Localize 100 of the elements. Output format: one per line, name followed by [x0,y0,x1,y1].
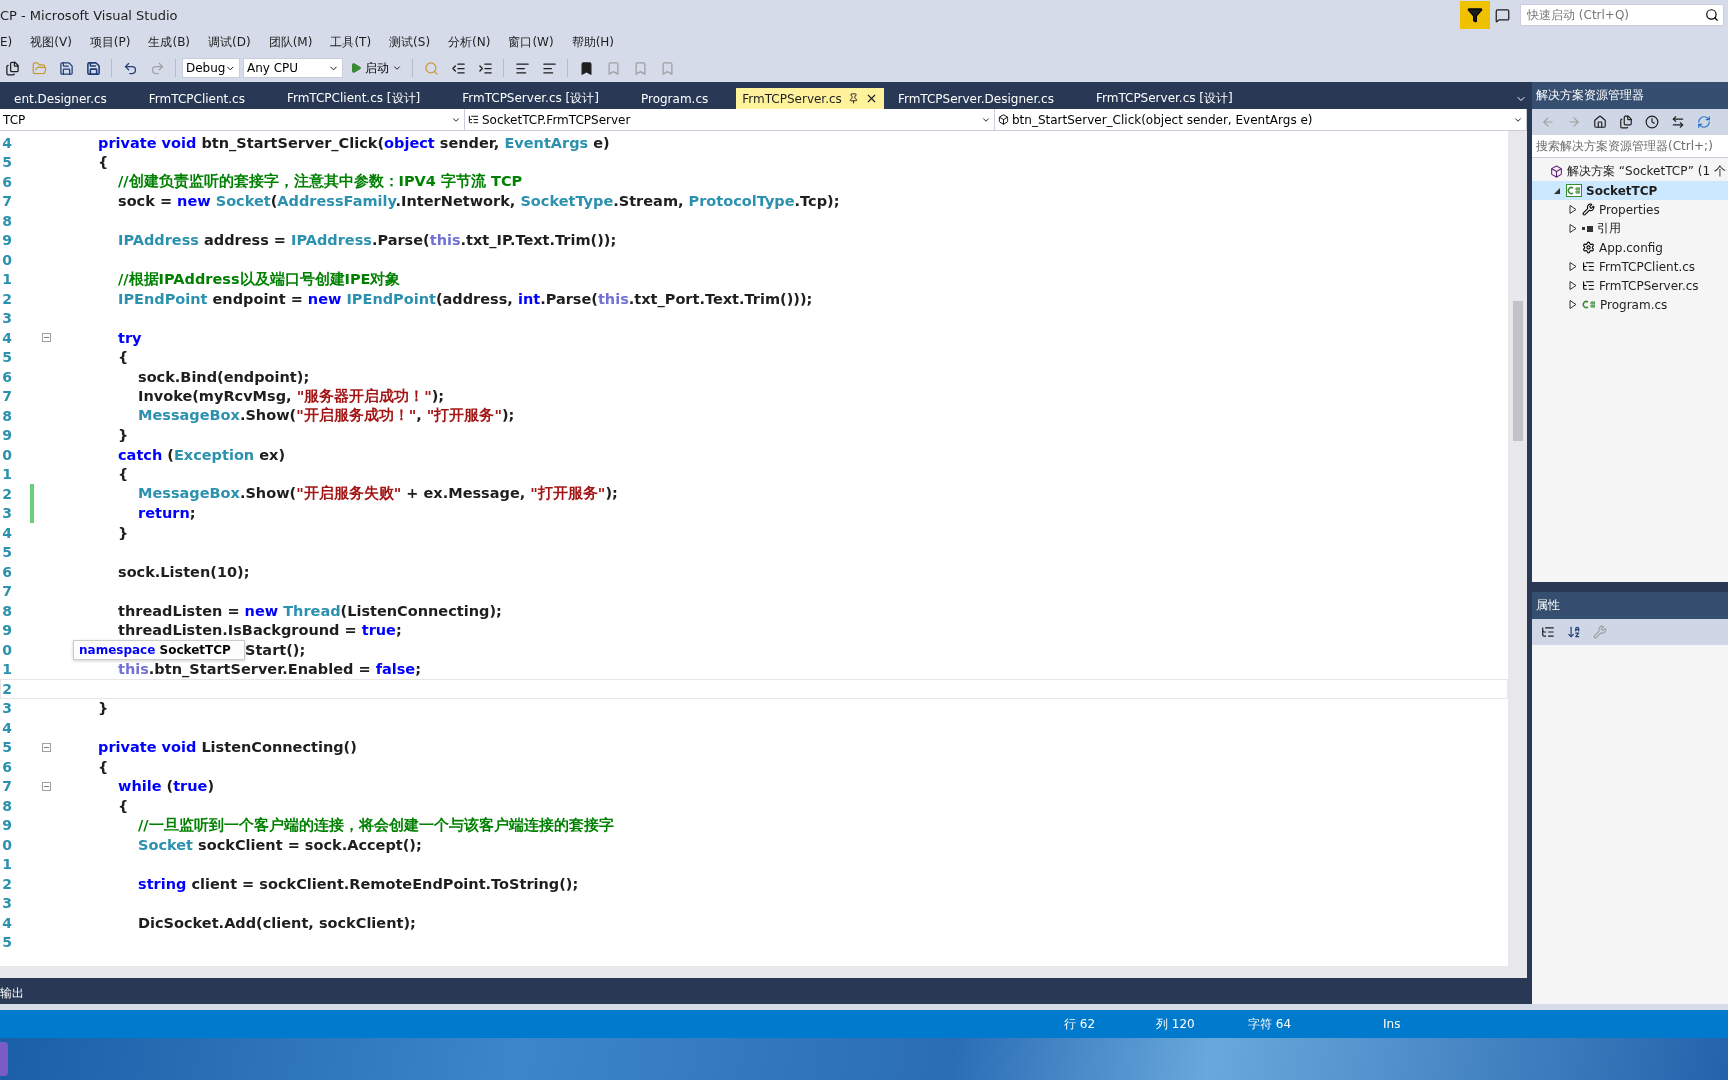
pin-icon[interactable] [847,93,859,104]
line-number: 4 [1,914,12,931]
code-line: } [118,427,129,444]
line-number: 5 [1,544,12,561]
csharp-file-icon [1582,299,1596,310]
document-tab[interactable]: ent.Designer.cs [0,88,121,109]
line-number: 4 [1,524,12,541]
tree-item[interactable]: FrmTCPClient.cs [1532,257,1728,276]
solution-icon [1550,165,1563,178]
start-button[interactable]: 启动 [346,57,406,79]
code-line: } [98,700,109,717]
tree-item[interactable]: SocketTCP [1532,181,1728,200]
menu-item[interactable]: 窗口(W) [499,33,563,51]
line-number: 7 [1,388,12,405]
collapsed-arrow-icon[interactable] [1568,262,1578,271]
quick-launch-field[interactable]: 快速启动 (Ctrl+Q) [1520,4,1724,26]
line-number: 7 [1,583,12,600]
line-number: 6 [1,173,12,190]
line-number: 8 [1,212,12,229]
menu-item[interactable]: 项目(P) [80,33,140,51]
filter-icon[interactable] [1460,1,1490,29]
status-mode: Ins [1383,1017,1402,1031]
document-tab[interactable]: FrmTCPServer.Designer.cs [883,88,1068,109]
menu-item[interactable]: 团队(M) [259,33,322,51]
menu-item[interactable]: E) [0,35,22,49]
menu-item[interactable]: 分析(N) [439,33,500,51]
line-number: 4 [1,134,12,151]
code-comment: //创建负责监听的套接字，注意其中参数：IPV4 字节流 TCP [118,172,523,192]
line-number: 6 [1,563,12,580]
line-number: 9 [1,622,12,639]
tree-item[interactable]: 引用 [1532,219,1728,238]
code-comment: //根据IPAddress以及端口号创建IPE对象 [118,269,401,289]
collapsed-arrow-icon[interactable] [1568,300,1578,309]
collapse-icon[interactable] [41,333,51,343]
document-tab[interactable]: FrmTCPClient.cs [134,88,259,109]
menu-item[interactable]: 测试(S) [380,33,440,51]
tree-item[interactable]: Program.cs [1532,295,1728,314]
line-number: 2 [1,875,12,892]
line-number: 0 [1,836,12,853]
line-number: 6 [1,758,12,775]
line-number: 8 [1,797,12,814]
code-line: while (true) [118,778,215,795]
collapse-icon[interactable] [41,742,51,752]
menu-item[interactable]: 工具(T) [321,33,381,51]
collapsed-arrow-icon[interactable] [1568,281,1578,290]
line-number: 1 [1,271,12,288]
menu-item[interactable]: 帮助(H) [562,33,624,51]
code-line: } [118,524,129,541]
tree-item[interactable]: App.config [1532,238,1728,257]
code-line: { [118,797,129,814]
code-line: { [118,349,129,366]
search-field[interactable]: 搜索解决方案资源管理器(Ctrl+;) [1532,135,1728,158]
code-line: { [98,758,109,775]
code-line: MessageBox.Show("开启服务失败" + ex.Message, "打开服务"); [138,484,618,504]
platform-dropdown[interactable]: Any CPU [243,58,343,78]
code-line: private void btn_StartServer_Click(object sender, EventArgs e) [98,134,610,151]
class-dropdown[interactable]: SocketTCP.FrmTCPServer [465,109,995,130]
code-line: Start(); [245,641,306,658]
vertical-scrollbar[interactable] [1508,131,1527,966]
member-dropdown[interactable]: btn_StartServer_Click(object sender, EventArgs e) [995,109,1527,130]
expanded-arrow-icon[interactable] [1552,186,1562,195]
line-number: 4 [1,719,12,736]
tree-item[interactable]: Properties [1532,200,1728,219]
collapsed-arrow-icon[interactable] [1568,205,1578,214]
menu-item[interactable]: 生成(B) [139,33,200,51]
line-number: 5 [1,349,12,366]
configuration-dropdown[interactable]: Debug [182,58,240,78]
horizontal-scrollbar[interactable] [0,966,1527,978]
menu-item[interactable]: 视图(V) [21,33,81,51]
document-tab[interactable]: FrmTCPServer.cs [设计] [448,88,613,109]
output-tab[interactable]: 输出 [0,984,24,1002]
code-line: Invoke(myRcvMsg, "服务器开启成功！"); [138,386,445,406]
line-number: 2 [1,485,12,502]
code-line: this.btn_StartServer.Enabled = false; [118,661,421,678]
collapsed-arrow-icon[interactable] [1568,224,1578,233]
class-icon [468,114,479,125]
document-tab[interactable]: FrmTCPServer.cs [736,88,884,109]
code-line: private void ListenConnecting() [98,739,357,756]
line-number: 1 [1,856,12,873]
document-tab[interactable]: FrmTCPServer.cs [设计] [1081,88,1247,109]
document-tab[interactable]: FrmTCPClient.cs [设计] [272,88,435,109]
line-number: 9 [1,232,12,249]
panel-title: 解决方案资源管理器 [1536,87,1644,104]
project-dropdown[interactable]: TCP [0,109,465,130]
line-number: 9 [1,817,12,834]
code-line: string client = sockClient.RemoteEndPoint.ToString(); [138,875,579,892]
document-tab[interactable]: Program.cs [626,88,723,109]
menu-item[interactable]: 调试(D) [199,33,260,51]
tree-item[interactable]: 解决方案 “SocketTCP” (1 个 [1532,162,1728,181]
tree-item[interactable]: FrmTCPServer.cs [1532,276,1728,295]
collapse-icon[interactable] [41,781,51,791]
line-number: 0 [1,446,12,463]
csharp-project-icon [1566,184,1582,197]
play-icon [350,62,362,74]
line-number: 7 [1,193,12,210]
quick-launch-input[interactable]: 快速启动 (Ctrl+Q) [1525,7,1705,23]
line-number: 6 [1,368,12,385]
window-title: CP - Microsoft Visual Studio [0,7,179,23]
form-icon [1582,279,1595,292]
status-char: 字符 64 [1248,1015,1293,1033]
